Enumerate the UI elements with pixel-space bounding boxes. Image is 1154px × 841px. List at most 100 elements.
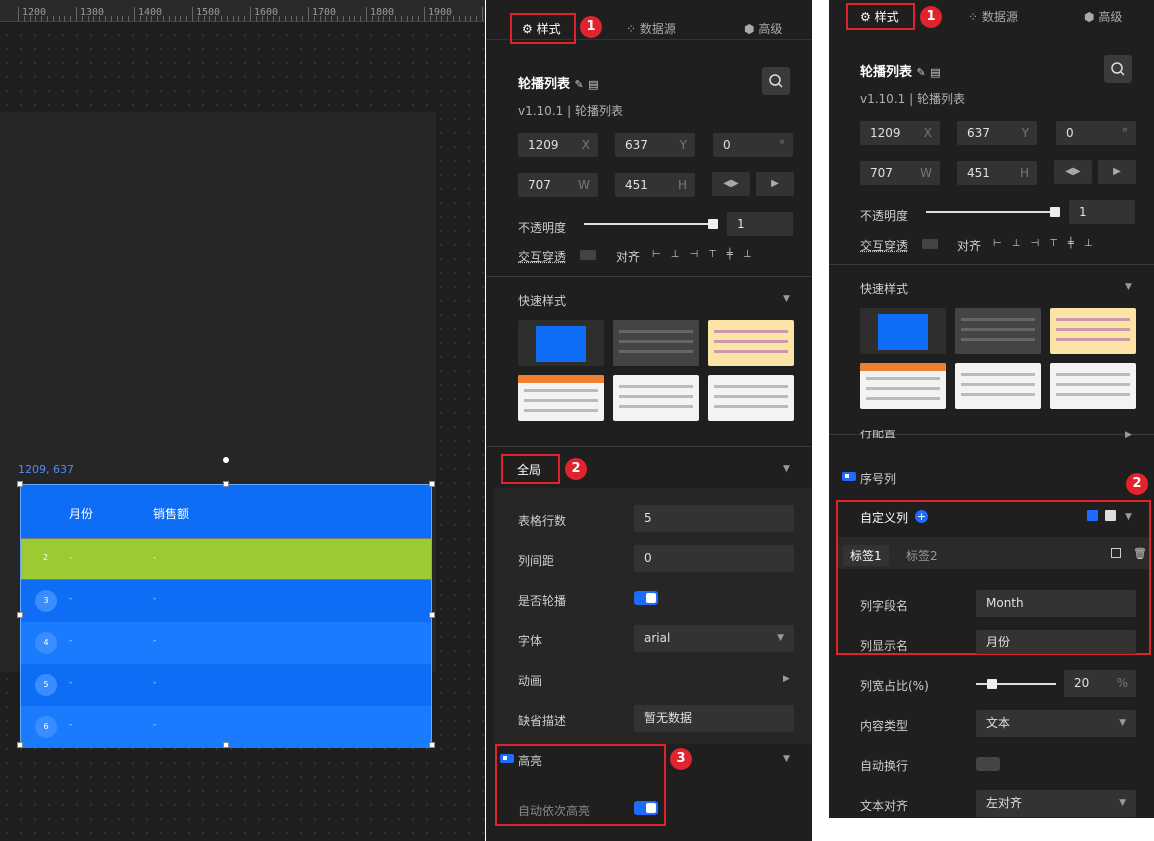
y-input[interactable]: 637 Y <box>615 133 695 157</box>
list-mode-icon[interactable] <box>1087 510 1098 521</box>
edit-icon[interactable]: ✎ <box>917 66 926 79</box>
interaction-pass-toggle[interactable] <box>580 250 596 260</box>
align-buttons[interactable]: ⊢⊥⊣⊤╪⊥ <box>652 249 762 260</box>
opacity-slider[interactable] <box>584 223 714 225</box>
flip-horizontal-button[interactable]: ◀▶ <box>712 172 750 196</box>
canvas-area[interactable]: 1200 1300 1400 1500 1600 1700 1800 1900 … <box>0 0 485 841</box>
flip-vertical-button[interactable]: ▶ <box>756 172 794 196</box>
tag-1[interactable]: 标签1 <box>843 545 889 566</box>
collapse-chevron-icon[interactable]: ▼ <box>783 464 790 474</box>
y-input[interactable]: 637 Y <box>957 121 1037 145</box>
collapse-chevron-icon[interactable]: ▼ <box>783 294 790 304</box>
opacity-slider-knob[interactable] <box>1050 207 1060 217</box>
card-mode-icon[interactable] <box>1105 510 1116 521</box>
quick-style-thumb-1[interactable] <box>860 308 946 354</box>
add-column-icon[interactable]: + <box>915 510 928 523</box>
align-right-icon[interactable]: ⊣ <box>689 249 708 260</box>
expand-chevron-icon[interactable]: ▶ <box>1125 430 1132 440</box>
document-icon[interactable]: ▤ <box>930 66 940 79</box>
display-name-input[interactable]: 月份 <box>976 630 1136 654</box>
x-input[interactable]: 1209 X <box>518 133 598 157</box>
serial-column-toggle[interactable] <box>842 472 856 481</box>
rotation-input[interactable]: 0 ° <box>1056 121 1136 145</box>
collapse-chevron-icon[interactable]: ▼ <box>783 754 790 764</box>
align-middle-icon[interactable]: ╪ <box>727 249 743 260</box>
quick-style-thumb-2[interactable] <box>955 308 1041 354</box>
align-center-icon[interactable]: ⊥ <box>671 249 690 260</box>
highlight-enable-toggle[interactable] <box>500 754 514 763</box>
flip-vertical-button[interactable]: ▶ <box>1098 160 1136 184</box>
resize-handle-tr[interactable] <box>429 481 435 487</box>
text-align-select[interactable]: 左对齐 ▼ <box>976 790 1136 817</box>
flip-horizontal-button[interactable]: ◀▶ <box>1054 160 1092 184</box>
document-icon[interactable]: ▤ <box>588 78 598 91</box>
tab-datasource[interactable]: ⁘ 数据源 <box>968 8 1018 25</box>
column-gap-input[interactable]: 0 <box>634 545 794 572</box>
rotate-handle[interactable] <box>223 457 229 463</box>
align-left-icon[interactable]: ⊢ <box>993 238 1012 249</box>
opacity-input[interactable]: 1 <box>727 212 793 236</box>
align-left-icon[interactable]: ⊢ <box>652 249 671 260</box>
tag-2[interactable]: 标签2 <box>906 547 938 564</box>
field-name-input[interactable]: Month <box>976 590 1136 617</box>
quick-style-thumb-6[interactable] <box>708 375 794 421</box>
width-ratio-input[interactable]: 20% <box>1064 670 1136 697</box>
tab-advanced[interactable]: ⬢ 高级 <box>1084 8 1122 25</box>
quick-style-thumb-2[interactable] <box>613 320 699 366</box>
resize-handle-r[interactable] <box>429 612 435 618</box>
width-input[interactable]: 707 W <box>518 173 598 197</box>
resize-handle-t[interactable] <box>223 481 229 487</box>
width-ratio-slider-knob[interactable] <box>987 679 997 689</box>
resize-handle-br[interactable] <box>429 742 435 748</box>
height-input[interactable]: 451 H <box>957 161 1037 185</box>
tab-advanced[interactable]: ⬢ 高级 <box>744 20 782 37</box>
rows-input[interactable]: 5 <box>634 505 794 532</box>
global-section-title[interactable]: 全局 <box>517 461 541 478</box>
align-top-icon[interactable]: ⊤ <box>1049 238 1068 249</box>
height-input[interactable]: 451 H <box>615 173 695 197</box>
quick-style-thumb-6[interactable] <box>1050 363 1136 409</box>
quick-style-thumb-3[interactable] <box>708 320 794 366</box>
opacity-input[interactable]: 1 <box>1069 200 1135 224</box>
tab-style[interactable]: ⚙ 样式 <box>860 8 899 25</box>
align-center-icon[interactable]: ⊥ <box>1012 238 1031 249</box>
rotation-input[interactable]: 0 ° <box>713 133 793 157</box>
edit-icon[interactable]: ✎ <box>575 78 584 91</box>
tab-datasource[interactable]: ⁘ 数据源 <box>626 20 676 37</box>
tab-style[interactable]: ⚙ 样式 <box>522 20 561 37</box>
resize-handle-l[interactable] <box>17 612 23 618</box>
quick-style-thumb-5[interactable] <box>955 363 1041 409</box>
collapse-chevron-icon[interactable]: ▼ <box>1125 282 1132 292</box>
resize-handle-bl[interactable] <box>17 742 23 748</box>
x-input[interactable]: 1209 X <box>860 121 940 145</box>
trash-icon[interactable]: 🗑 <box>1133 547 1147 560</box>
carousel-toggle[interactable] <box>634 591 658 605</box>
interaction-pass-toggle[interactable] <box>922 239 938 249</box>
align-middle-icon[interactable]: ╪ <box>1068 238 1084 249</box>
align-bottom-icon[interactable]: ⊥ <box>743 249 762 260</box>
quick-style-thumb-4[interactable] <box>518 375 604 421</box>
align-buttons[interactable]: ⊢⊥⊣⊤╪⊥ <box>993 238 1103 249</box>
quick-style-thumb-3[interactable] <box>1050 308 1136 354</box>
opacity-slider-knob[interactable] <box>708 219 718 229</box>
resize-handle-b[interactable] <box>223 742 229 748</box>
opacity-slider[interactable] <box>926 211 1056 213</box>
collapse-chevron-icon[interactable]: ▼ <box>1125 512 1132 522</box>
content-type-select[interactable]: 文本 ▼ <box>976 710 1136 737</box>
auto-wrap-toggle[interactable] <box>976 757 1000 771</box>
quick-style-thumb-4[interactable] <box>860 363 946 409</box>
align-top-icon[interactable]: ⊤ <box>708 249 727 260</box>
search-button[interactable] <box>762 67 790 95</box>
quick-style-thumb-1[interactable] <box>518 320 604 366</box>
font-select[interactable]: arial ▼ <box>634 625 794 652</box>
default-desc-input[interactable]: 暂无数据 <box>634 705 794 732</box>
align-bottom-icon[interactable]: ⊥ <box>1084 238 1103 249</box>
expand-chevron-icon[interactable]: ▶ <box>783 674 790 684</box>
align-right-icon[interactable]: ⊣ <box>1030 238 1049 249</box>
auto-highlight-toggle[interactable] <box>634 801 658 815</box>
carousel-list-widget[interactable]: 月份 销售额 2 - - 3 - - 4 - - 5 - - 6 - - <box>20 484 432 748</box>
search-button[interactable] <box>1104 55 1132 83</box>
quick-style-thumb-5[interactable] <box>613 375 699 421</box>
width-input[interactable]: 707 W <box>860 161 940 185</box>
resize-handle-tl[interactable] <box>17 481 23 487</box>
